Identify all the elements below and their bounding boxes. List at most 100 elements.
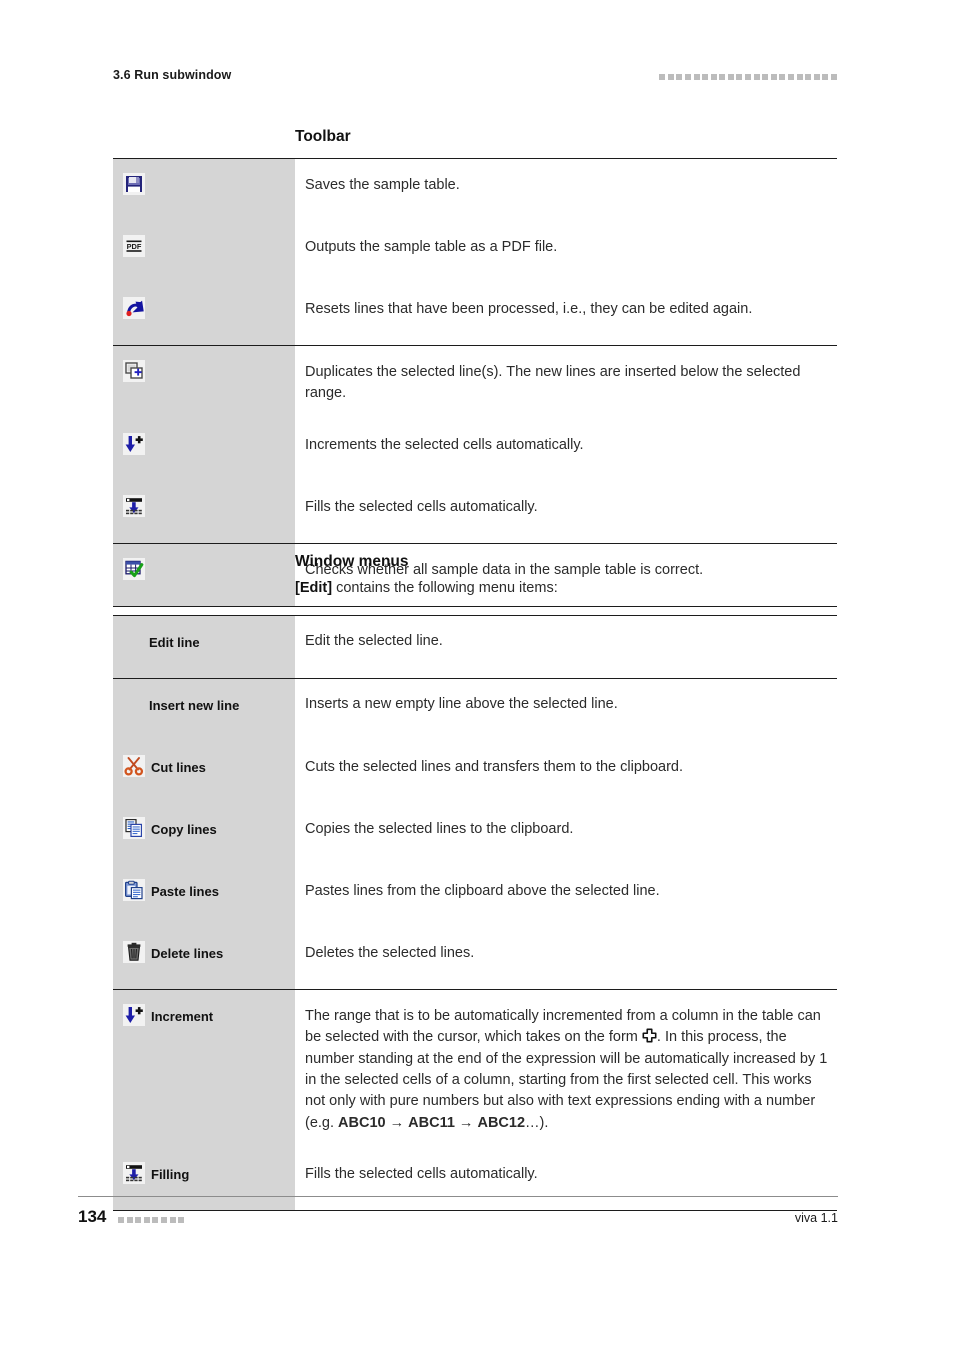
menu-item-cell: Edit line — [113, 615, 295, 679]
toolbar-section-heading: Toolbar — [295, 128, 351, 145]
menu-item-label: Delete lines — [151, 946, 224, 961]
increment-example-2: ABC11 — [408, 1114, 455, 1131]
menu-item-label: Copy lines — [151, 822, 217, 837]
footer-divider — [78, 1196, 838, 1197]
menu-description: Inserts a new empty line above the selec… — [305, 696, 618, 712]
toolbar-description-cell: Increments the selected cells automatica… — [295, 418, 837, 481]
save-floppy-icon — [123, 173, 145, 195]
edit-menu-table: Edit line Edit the selected line. Insert… — [113, 615, 837, 1211]
menu-item-label: Paste lines — [151, 884, 219, 899]
toolbar-icon-cell: PDF — [113, 221, 295, 283]
toolbar-icon-cell — [113, 283, 295, 346]
menu-item-label: Cut lines — [151, 760, 206, 775]
increment-example-3: ABC12 — [477, 1114, 526, 1131]
document-version: viva 1.1 — [794, 1211, 838, 1225]
increment-description: The range that is to be automatically in… — [295, 990, 837, 1148]
copy-pages-icon — [123, 817, 145, 839]
toolbar-icon-cell — [113, 542, 295, 607]
document-page: 3.6 Run subwindow Toolbar Saves the samp… — [0, 0, 954, 1350]
increment-down-plus-icon — [123, 432, 145, 455]
toolbar-description-cell: Saves the sample table. — [295, 158, 837, 221]
cut-scissors-icon — [123, 755, 145, 777]
menu-description-cell: The range that is to be automatically in… — [295, 988, 837, 1148]
table-row: Paste lines Pastes lines from the clipbo… — [113, 865, 837, 927]
running-header: 3.6 Run subwindow — [113, 68, 837, 90]
table-row: Copy lines Copies the selected lines to … — [113, 803, 837, 865]
menu-item-cell: Filling — [113, 1147, 295, 1211]
footer-decoration-squares — [118, 1217, 185, 1223]
menu-description-cell: Fills the selected cells automatically. — [295, 1147, 837, 1211]
increment-example-1: ABC10 — [338, 1114, 386, 1131]
increment-arrow-2: → — [454, 1114, 478, 1131]
table-row: Fills the selected cells automatically. — [113, 480, 837, 544]
fill-down-icon — [123, 1161, 145, 1184]
edit-menu-intro-rest: contains the following menu items: — [332, 580, 558, 596]
toolbar-description: Saves the sample table. — [305, 177, 460, 193]
table-row: Resets lines that have been processed, i… — [113, 283, 837, 346]
page-footer: 134 viva 1.1 — [78, 1207, 838, 1233]
menu-description: Edit the selected line. — [305, 633, 443, 649]
toolbar-description: Increments the selected cells automatica… — [305, 436, 584, 453]
menu-item-cell: Paste lines — [113, 865, 295, 927]
increment-down-plus-icon — [123, 1004, 145, 1026]
table-row: Checks whether all sample data in the sa… — [113, 542, 837, 607]
edit-menu-intro: [Edit] contains the following menu items… — [295, 580, 558, 596]
svg-text:PDF: PDF — [127, 242, 142, 251]
menu-item-cell: Increment — [113, 988, 295, 1148]
menu-item-cell: Delete lines — [113, 927, 295, 990]
menu-description-cell: Cuts the selected lines and transfers th… — [295, 741, 837, 803]
table-row: Duplicates the selected line(s). The new… — [113, 344, 837, 419]
cross-cursor-icon — [642, 1028, 657, 1043]
menu-item-label: Increment — [151, 1009, 214, 1024]
reset-undo-arrow-icon — [123, 297, 145, 319]
menu-description-cell: Inserts a new empty line above the selec… — [295, 678, 837, 741]
toolbar-icon-cell — [113, 418, 295, 481]
increment-description-part3: …). — [525, 1114, 549, 1131]
table-row: Delete lines Deletes the selected lines. — [113, 927, 837, 990]
running-header-title: 3.6 Run subwindow — [113, 68, 232, 82]
page-number: 134 — [78, 1207, 107, 1226]
toolbar-icon-cell — [113, 480, 295, 544]
toolbar-icon-cell — [113, 344, 295, 419]
menu-description: Copies the selected lines to the clipboa… — [305, 821, 574, 837]
menu-item-cell: Cut lines — [113, 741, 295, 803]
toolbar-description-cell: Outputs the sample table as a PDF file. — [295, 221, 837, 283]
toolbar-description: Resets lines that have been processed, i… — [305, 301, 753, 317]
check-table-icon — [123, 557, 145, 580]
table-row: Increments the selected cells automatica… — [113, 418, 837, 481]
toolbar-description: Fills the selected cells automatically. — [305, 498, 538, 515]
menu-item-label: Insert new line — [149, 698, 240, 713]
table-row: Increment The range that is to be automa… — [113, 988, 837, 1148]
menu-item-label: Filling — [151, 1166, 190, 1182]
table-row: Edit line Edit the selected line. — [113, 615, 837, 679]
toolbar-description-cell: Resets lines that have been processed, i… — [295, 283, 837, 346]
menu-item-cell: Copy lines — [113, 803, 295, 865]
table-row: Saves the sample table. — [113, 158, 837, 221]
row-spacer — [113, 1052, 295, 1116]
menu-description: Cuts the selected lines and transfers th… — [305, 759, 684, 775]
toolbar-icon-cell — [113, 158, 295, 221]
menu-description-cell: Pastes lines from the clipboard above th… — [295, 865, 837, 927]
window-menus-section-heading: Window menus — [295, 553, 409, 570]
menu-description: Pastes lines from the clipboard above th… — [305, 883, 660, 899]
toolbar-description-cell: Duplicates the selected line(s). The new… — [295, 344, 837, 419]
menu-description-cell: Copies the selected lines to the clipboa… — [295, 803, 837, 865]
menu-item-cell: Insert new line — [113, 678, 295, 741]
delete-trash-icon — [123, 941, 145, 963]
table-row: Cut lines Cuts the selected lines and tr… — [113, 741, 837, 803]
toolbar-description: Outputs the sample table as a PDF file. — [305, 239, 558, 255]
duplicate-lines-icon — [123, 360, 145, 382]
menu-description: Fills the selected cells automatically. — [305, 1165, 538, 1182]
table-row: PDF Outputs the sample table as a PDF fi… — [113, 221, 837, 283]
menu-description: Deletes the selected lines. — [305, 945, 475, 961]
toolbar-description-cell: Fills the selected cells automatically. — [295, 480, 837, 544]
toolbar-description: Duplicates the selected line(s). The new… — [305, 364, 801, 402]
menu-description-cell: Deletes the selected lines. — [295, 927, 837, 990]
table-row: Filling Fills the selected cells automat… — [113, 1147, 837, 1211]
edit-menu-intro-bold: [Edit] — [295, 580, 333, 596]
header-decoration-squares — [659, 74, 837, 80]
menu-description-cell: Edit the selected line. — [295, 615, 837, 679]
fill-down-icon — [123, 494, 145, 517]
paste-clipboard-icon — [123, 879, 145, 901]
pdf-export-icon: PDF — [123, 235, 145, 257]
